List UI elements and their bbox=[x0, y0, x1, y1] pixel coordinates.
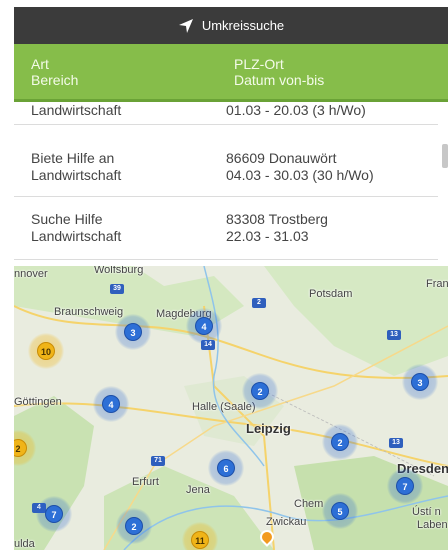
listing-area: Landwirtschaft bbox=[31, 102, 122, 118]
place-labem: Laben bbox=[417, 519, 448, 531]
list-scrollbar[interactable] bbox=[442, 144, 448, 168]
map-cluster-marker[interactable]: 7 bbox=[36, 496, 72, 532]
place-jena: Jena bbox=[186, 484, 210, 496]
cluster-count: 7 bbox=[396, 477, 414, 495]
header-plz-label: PLZ-Ort bbox=[234, 56, 284, 72]
cluster-count: 2 bbox=[251, 382, 269, 400]
place-erfurt: Erfurt bbox=[132, 476, 159, 488]
cluster-count: 2 bbox=[331, 433, 349, 451]
map-cluster-marker[interactable]: 2 bbox=[116, 508, 152, 544]
road-shield: 2 bbox=[252, 298, 266, 308]
place-braunschweig: Braunschweig bbox=[54, 306, 124, 318]
listing-dates: 22.03 - 31.03 bbox=[226, 228, 309, 244]
cluster-count: 6 bbox=[217, 459, 235, 477]
place-potsdam: Potsdam bbox=[309, 288, 353, 300]
cluster-count: 10 bbox=[37, 342, 55, 360]
listing-location: 86609 Donauwört bbox=[226, 150, 337, 166]
cluster-count: 5 bbox=[331, 502, 349, 520]
listings-list[interactable]: Landwirtschaft 01.03 - 20.03 (3 h/Wo) Bi… bbox=[14, 102, 448, 266]
list-item[interactable]: Suche Hilfe Landwirtschaft 83308 Trostbe… bbox=[14, 198, 438, 260]
listing-area: Landwirtschaft bbox=[31, 228, 122, 244]
map-cluster-marker[interactable]: 2 bbox=[322, 424, 358, 460]
umkreissuche-button[interactable]: Umkreissuche bbox=[14, 7, 448, 44]
cluster-count: 3 bbox=[124, 323, 142, 341]
cluster-count: 4 bbox=[102, 395, 120, 413]
place-goettingen: Göttingen bbox=[14, 396, 62, 408]
place-fulda: ulda bbox=[14, 538, 35, 550]
header-bereich-label: Bereich bbox=[31, 72, 79, 88]
map-cluster-marker[interactable]: 11 bbox=[182, 522, 218, 550]
cluster-count: 4 bbox=[195, 317, 213, 335]
map-cluster-marker[interactable]: 4 bbox=[186, 308, 222, 344]
road-shield: 71 bbox=[151, 456, 165, 466]
cluster-count: 2 bbox=[125, 517, 143, 535]
location-arrow-icon bbox=[178, 18, 193, 33]
map-cluster-marker[interactable]: 4 bbox=[93, 386, 129, 422]
place-chemnitz: Chem bbox=[294, 498, 324, 510]
list-item[interactable]: Landwirtschaft 01.03 - 20.03 (3 h/Wo) bbox=[14, 102, 438, 125]
map-cluster-marker[interactable]: 2 bbox=[242, 373, 278, 409]
map-cluster-marker[interactable]: 7 bbox=[387, 468, 423, 504]
listing-type: Biete Hilfe an bbox=[31, 150, 115, 166]
listing-dates: 01.03 - 20.03 (3 h/Wo) bbox=[226, 102, 366, 118]
map-cluster-marker[interactable]: 6 bbox=[208, 450, 244, 486]
road-shield: 13 bbox=[387, 330, 401, 340]
listing-type: Suche Hilfe bbox=[31, 211, 103, 227]
cluster-count: 3 bbox=[411, 373, 429, 391]
place-hannover: nnover bbox=[14, 268, 48, 280]
map-cluster-marker[interactable]: 10 bbox=[28, 333, 64, 369]
map-cluster-marker[interactable]: 3 bbox=[402, 364, 438, 400]
header-datum-label: Datum von-bis bbox=[234, 72, 325, 88]
map-view[interactable]: nnover Wolfsburg Braunschweig Magdeburg … bbox=[14, 266, 448, 550]
header-col-plz[interactable]: PLZ-Ort Datum von-bis bbox=[234, 56, 324, 88]
cluster-count: 2 bbox=[14, 439, 27, 457]
road-shield: 13 bbox=[389, 438, 403, 448]
list-header: Art Bereich PLZ-Ort Datum von-bis bbox=[14, 44, 448, 102]
place-zwickau: Zwickau bbox=[266, 516, 307, 528]
map-cluster-marker[interactable]: 5 bbox=[322, 493, 358, 529]
listing-dates: 04.03 - 30.03 (30 h/Wo) bbox=[226, 167, 374, 183]
place-frankfurt-oder: Fran bbox=[426, 278, 448, 290]
place-usti: Ústí n bbox=[412, 506, 441, 518]
header-col-art[interactable]: Art Bereich bbox=[31, 56, 78, 88]
listing-area: Landwirtschaft bbox=[31, 167, 122, 183]
place-wolfsburg: Wolfsburg bbox=[94, 266, 144, 276]
umkreissuche-label: Umkreissuche bbox=[201, 18, 285, 33]
map-cluster-marker[interactable]: 3 bbox=[115, 314, 151, 350]
cluster-count: 7 bbox=[45, 505, 63, 523]
header-art-label: Art bbox=[31, 56, 49, 72]
road-shield: 39 bbox=[110, 284, 124, 294]
place-leipzig: Leipzig bbox=[246, 421, 291, 436]
list-item[interactable]: Biete Hilfe an Landwirtschaft 86609 Dona… bbox=[14, 135, 438, 197]
listing-location: 83308 Trostberg bbox=[226, 211, 328, 227]
cluster-count: 11 bbox=[191, 531, 209, 549]
